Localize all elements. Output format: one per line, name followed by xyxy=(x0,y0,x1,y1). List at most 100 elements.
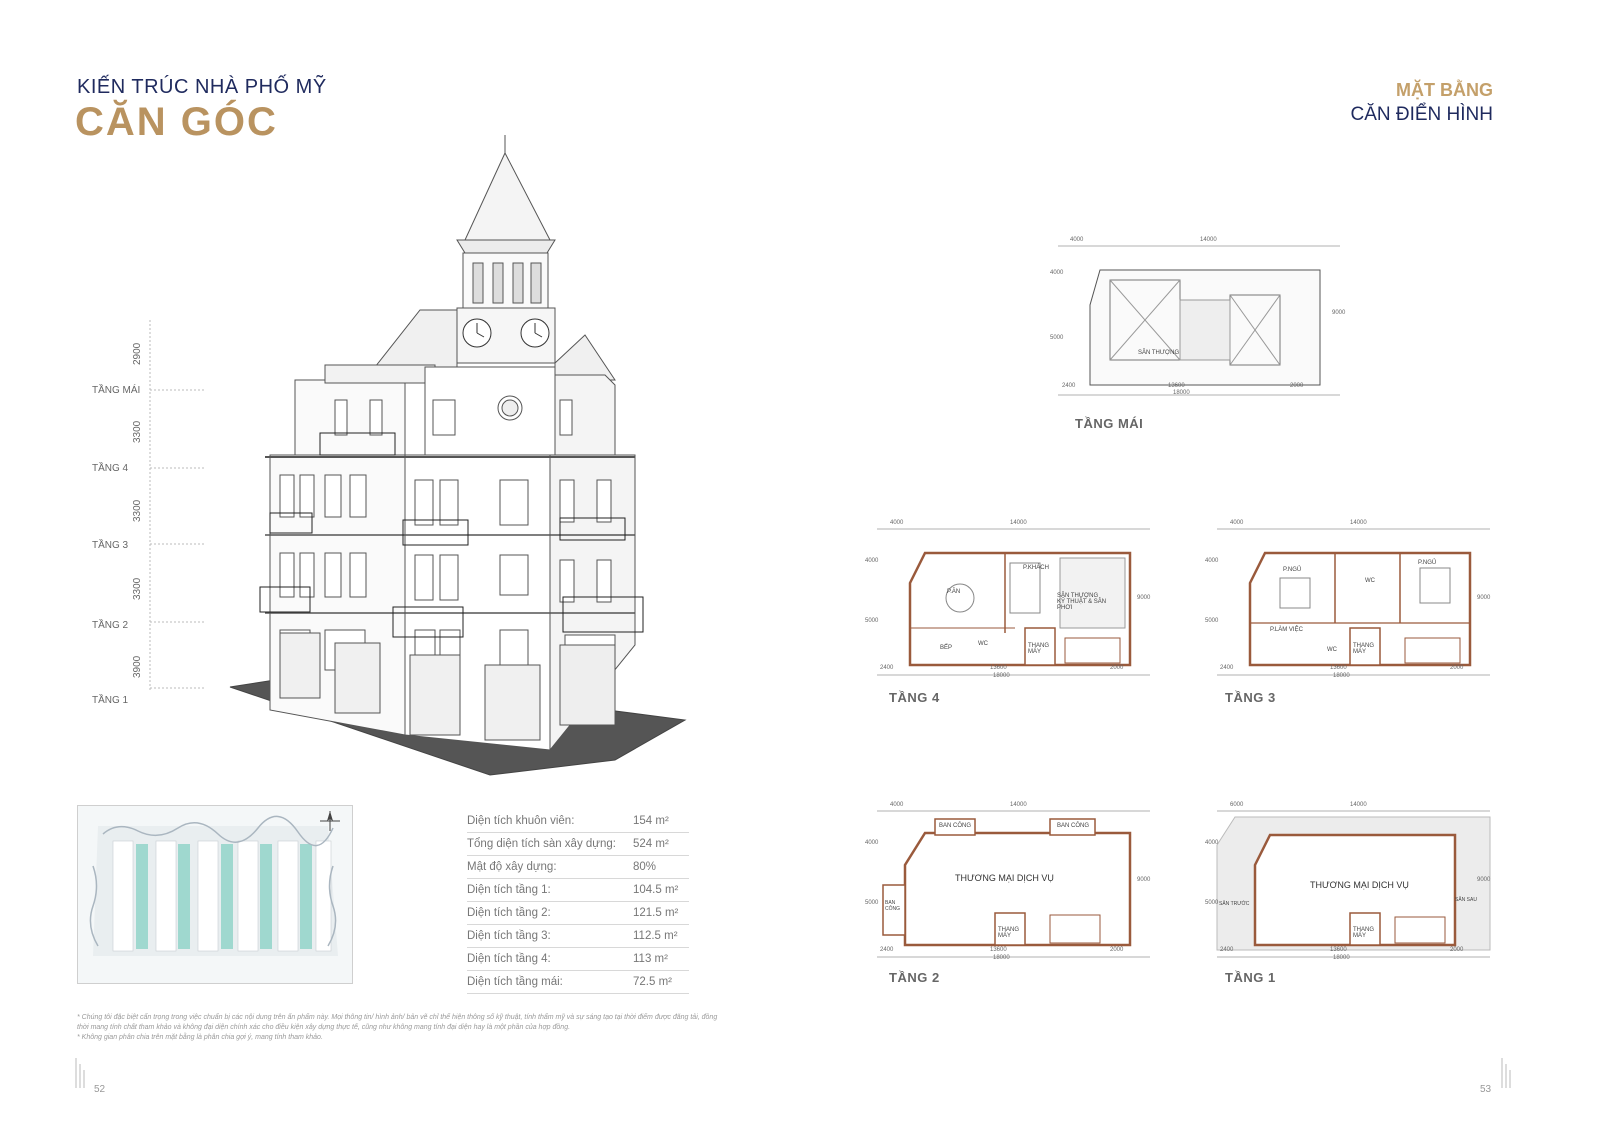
disclaimer-line: * Chúng tôi đặc biệt cẩn trọng trong việ… xyxy=(77,1014,718,1031)
plan-floor-3: 4000 14000 2400 13600 2000 18000 4000 50… xyxy=(1205,520,1495,693)
f2-dim-left-1: 5000 xyxy=(865,900,879,906)
stat-row: Mật độ xây dựng: 80% xyxy=(467,856,689,879)
f4-dim-left-1: 5000 xyxy=(865,618,879,624)
stat-label: Diện tích tầng 3: xyxy=(467,930,551,942)
stat-value: 72.5 m² xyxy=(633,976,672,988)
stat-value: 113 m² xyxy=(633,953,668,965)
f1-room-lift: THANG MÁY xyxy=(1353,927,1374,939)
stat-row: Diện tích tầng 4: 113 m² xyxy=(467,948,689,971)
stat-value: 154 m² xyxy=(633,815,669,827)
stat-label: Mật độ xây dựng: xyxy=(467,861,557,873)
page-number-left: 52 xyxy=(94,1084,106,1095)
area-stats-table: Diện tích khuôn viên: 154 m² Tổng diện tí… xyxy=(467,810,689,994)
plan-floor-4-caption: TẦNG 4 xyxy=(889,690,940,705)
height-3: 3300 xyxy=(132,499,143,522)
f3-room-bed-1: P.NGỦ xyxy=(1283,567,1302,573)
section-title-top: MẶT BẰNG xyxy=(1396,80,1493,100)
roof-dim-bottom-2: 2000 xyxy=(1290,383,1304,389)
floor-label-2: TẦNG 2 xyxy=(92,620,129,631)
f2-room-commercial: THƯƠNG MẠI DỊCH VỤ xyxy=(955,873,1054,883)
f2-room-lift: THANG MÁY xyxy=(998,927,1019,939)
f3-dim-top-0: 4000 xyxy=(1230,520,1244,526)
f4-dim-total: 18000 xyxy=(993,673,1010,679)
section-title-bottom: CĂN ĐIỂN HÌNH xyxy=(1350,104,1493,125)
height-4: 3300 xyxy=(132,420,143,443)
f4-room-wc: WC xyxy=(978,641,988,647)
stat-value: 104.5 m² xyxy=(633,884,679,896)
f4-room-living: P.KHÁCH xyxy=(1023,565,1049,571)
floor-scale-lines xyxy=(149,320,205,690)
f3-dim-bottom-1: 13600 xyxy=(1330,665,1347,671)
f2-dim-left-0: 4000 xyxy=(865,840,879,846)
f1-dim-bottom-1: 13600 xyxy=(1330,947,1347,953)
roof-dim-top-0: 4000 xyxy=(1070,237,1084,243)
f2-dim-right: 9000 xyxy=(1137,877,1151,883)
stat-value: 121.5 m² xyxy=(633,907,679,919)
stat-row: Diện tích tầng 3: 112.5 m² xyxy=(467,925,689,948)
roof-dim-right: 9000 xyxy=(1332,310,1346,316)
f1-dim-left-1: 5000 xyxy=(1205,900,1219,906)
plan-floor-1: 6000 14000 2400 13600 2000 18000 4000 50… xyxy=(1205,802,1495,975)
page-ornament-left xyxy=(75,1058,85,1088)
stat-label: Diện tích tầng 1: xyxy=(467,884,551,896)
f1-dim-top-1: 14000 xyxy=(1350,802,1367,808)
f1-dim-left-0: 4000 xyxy=(1205,840,1219,846)
f1-dim-total: 18000 xyxy=(1333,955,1350,961)
f3-dim-left-0: 4000 xyxy=(1205,558,1219,564)
stat-label: Diện tích tầng 4: xyxy=(467,953,551,965)
f1-dim-bottom-2: 2000 xyxy=(1450,947,1464,953)
roof-dim-bottom-0: 2400 xyxy=(1062,383,1076,389)
plan-roof-caption: TẦNG MÁI xyxy=(1075,416,1144,431)
f3-room-wc-1: WC xyxy=(1365,578,1375,584)
stat-label: Tổng diện tích sàn xây dựng: xyxy=(467,838,616,850)
stat-row: Diện tích tầng 1: 104.5 m² xyxy=(467,879,689,902)
plan-floor-4: 4000 14000 2400 13600 2000 18000 4000 50… xyxy=(865,520,1155,693)
f2-dim-top-0: 4000 xyxy=(890,802,904,808)
f3-dim-left-1: 5000 xyxy=(1205,618,1219,624)
height-roof: 2900 xyxy=(132,342,143,365)
f4-dim-bottom-2: 2000 xyxy=(1110,665,1124,671)
disclaimer-line: * Không gian phân chia trên mặt bằng là … xyxy=(77,1034,323,1041)
f3-room-bed-2: P.NGỦ xyxy=(1418,560,1437,566)
roof-dim-total: 18000 xyxy=(1173,390,1190,396)
stat-value: 524 m² xyxy=(633,838,669,850)
f2-dim-top-1: 14000 xyxy=(1010,802,1027,808)
f3-dim-right: 9000 xyxy=(1477,595,1491,601)
stat-value: 112.5 m² xyxy=(633,930,678,942)
f1-dim-right: 9000 xyxy=(1477,877,1491,883)
stat-row: Diện tích khuôn viên: 154 m² xyxy=(467,810,689,833)
f2-dim-bottom-0: 2400 xyxy=(880,947,894,953)
f4-dim-top-1: 14000 xyxy=(1010,520,1027,526)
height-2: 3300 xyxy=(132,577,143,600)
f4-room-terrace: SÂN THƯỢNG KỸ THUẬT & SÂN PHƠI xyxy=(1057,593,1107,611)
stat-value: 80% xyxy=(633,861,657,873)
site-map xyxy=(77,805,353,984)
plan-floor-2: 4000 14000 2400 13600 2000 18000 4000 50… xyxy=(865,802,1155,975)
roof-dim-bottom-1: 13600 xyxy=(1168,383,1185,389)
page-ornament-right xyxy=(1501,1058,1511,1088)
f2-room-balcony-1: BAN CÔNG xyxy=(939,823,972,829)
f4-dim-top-0: 4000 xyxy=(890,520,904,526)
floor-label-1: TẦNG 1 xyxy=(92,695,129,706)
f2-dim-total: 18000 xyxy=(993,955,1010,961)
f4-room-kitchen: BẾP xyxy=(940,645,953,651)
f3-dim-bottom-0: 2400 xyxy=(1220,665,1234,671)
plan-floor-1-caption: TẦNG 1 xyxy=(1225,970,1276,985)
subtitle: KIẾN TRÚC NHÀ PHỐ MỸ xyxy=(77,76,327,98)
page-number-right: 53 xyxy=(1480,1084,1492,1095)
f3-room-wc-2: WC xyxy=(1327,647,1337,653)
f3-room-lift: THANG MÁY xyxy=(1353,643,1374,655)
floor-label-roof: TẦNG MÁI xyxy=(92,385,141,396)
f4-dim-bottom-0: 2400 xyxy=(880,665,894,671)
disclaimer: * Chúng tôi đặc biệt cẩn trọng trong việ… xyxy=(77,1013,727,1043)
f4-dim-bottom-1: 13600 xyxy=(990,665,1007,671)
floor-label-3: TẦNG 3 xyxy=(92,540,129,551)
height-1: 3900 xyxy=(132,655,143,678)
stat-row: Tổng diện tích sàn xây dựng: 524 m² xyxy=(467,833,689,856)
f1-room-back-yard: SÂN SAU xyxy=(1455,897,1477,903)
plan-floor-3-caption: TẦNG 3 xyxy=(1225,690,1276,705)
stat-label: Diện tích tầng mái: xyxy=(467,976,563,988)
f3-room-office: P.LÀM VIỆC xyxy=(1270,627,1303,633)
f3-dim-bottom-2: 2000 xyxy=(1450,665,1464,671)
stat-label: Diện tích khuôn viên: xyxy=(467,815,575,827)
